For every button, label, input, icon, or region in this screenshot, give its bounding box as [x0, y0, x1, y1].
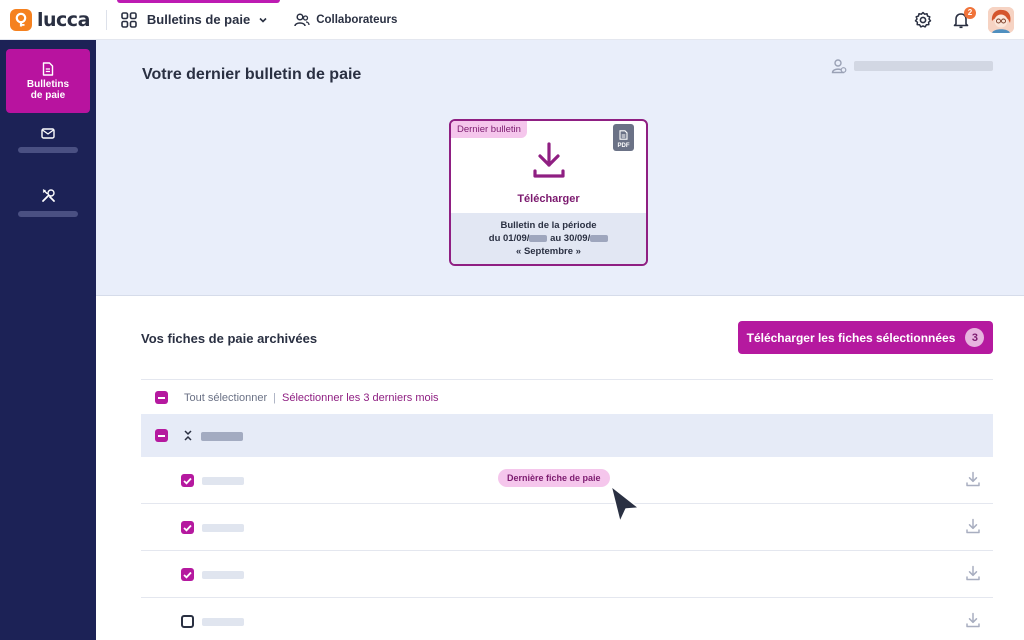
sidebar-item-label: Bulletins de paie [26, 78, 70, 101]
separator: | [273, 391, 277, 404]
mouse-cursor-icon [610, 485, 640, 523]
lucca-logo-icon [10, 8, 32, 31]
row-label-placeholder [202, 618, 244, 626]
row-checkbox[interactable] [181, 521, 194, 534]
page-title: Votre dernier bulletin de paie [142, 66, 362, 83]
download-latest-button[interactable]: Télécharger [451, 141, 646, 205]
archive-title: Vos fiches de paie archivées [141, 331, 318, 346]
row-checkbox[interactable] [181, 474, 194, 487]
download-label: Télécharger [517, 193, 580, 205]
table-row[interactable] [141, 551, 993, 598]
group-year-placeholder [201, 432, 243, 441]
download-icon[interactable] [965, 612, 981, 628]
sidebar: Bulletins de paie [0, 40, 96, 640]
sidebar-item-label-placeholder [18, 147, 78, 153]
download-icon[interactable] [965, 518, 981, 534]
avatar[interactable] [988, 7, 1014, 33]
topbar-actions: 2 [898, 0, 1014, 40]
period-end: au 30/09/ [547, 233, 591, 244]
period-title: Bulletin de la période [500, 220, 597, 231]
document-icon [42, 61, 54, 76]
notification-count-badge: 2 [964, 7, 976, 19]
select-last-3-months-link[interactable]: Sélectionner les 3 derniers mois [282, 392, 439, 404]
chevron-down-icon [259, 17, 267, 23]
gear-icon [914, 11, 932, 28]
top-bar: lucca Bulletins de paie Collaborateurs 2 [0, 0, 1024, 40]
check-icon [183, 477, 192, 485]
table-row[interactable] [141, 598, 993, 640]
year-placeholder [590, 234, 609, 242]
users-icon [294, 12, 310, 26]
grid-icon [121, 11, 137, 28]
row-label-placeholder [202, 571, 244, 579]
indeterminate-mark [158, 434, 165, 437]
settings-button[interactable] [910, 7, 936, 33]
period-dates: du 01/09/ au 30/09/ [488, 232, 609, 245]
topbar-divider [105, 9, 107, 30]
select-all-link[interactable]: Tout sélectionner [184, 392, 267, 404]
brand-name: lucca [37, 8, 90, 31]
indeterminate-mark [158, 396, 165, 399]
row-checkbox[interactable] [181, 568, 194, 581]
row-label-placeholder [202, 524, 244, 532]
active-app-indicator [116, 0, 281, 3]
row-label-placeholder [202, 477, 244, 485]
sidebar-item-payslips[interactable]: Bulletins de paie [6, 49, 90, 113]
download-icon[interactable] [965, 565, 981, 581]
group-checkbox[interactable] [155, 429, 168, 442]
download-selected-button[interactable]: Télécharger les fiches sélectionnées 3 [738, 321, 993, 354]
payslip-period-info: Bulletin de la période du 01/09/ au 30/0… [451, 213, 646, 264]
app-switcher-button[interactable]: Bulletins de paie [116, 0, 281, 40]
latest-payslip-card[interactable]: Dernier bulletin PDF Télécharger Bulleti… [449, 119, 648, 266]
lucca-logo[interactable]: lucca [10, 0, 90, 40]
table-row[interactable] [141, 504, 993, 551]
sidebar-item-tools[interactable] [6, 188, 90, 217]
period-month: « Septembre » [516, 246, 581, 257]
collaborators-label: Collaborateurs [316, 13, 398, 26]
download-icon[interactable] [965, 471, 981, 487]
notifications-button[interactable]: 2 [948, 7, 976, 33]
download-icon [532, 142, 565, 178]
selection-toolbar: Tout sélectionner | Sélectionner les 3 d… [155, 391, 439, 404]
download-selected-label: Télécharger les fiches sélectionnées [746, 330, 956, 345]
select-all-checkbox[interactable] [155, 391, 168, 404]
sidebar-item-messages[interactable] [6, 128, 90, 153]
collaborators-link[interactable]: Collaborateurs [294, 12, 398, 27]
mail-icon [41, 128, 55, 139]
year-group-header[interactable] [141, 414, 993, 457]
selected-count-badge: 3 [965, 328, 985, 347]
period-start: du 01/09/ [488, 233, 530, 244]
row-checkbox[interactable] [181, 615, 194, 628]
app-switcher-label: Bulletins de paie [146, 12, 251, 27]
latest-payslip-badge: Dernière fiche de paie [498, 469, 610, 487]
divider [141, 379, 993, 380]
table-row[interactable]: Dernière fiche de paie [141, 457, 993, 504]
employee-selector[interactable] [831, 58, 993, 74]
latest-payslip-tag: Dernier bulletin [451, 121, 527, 138]
collapse-icon[interactable] [183, 429, 193, 442]
check-icon [183, 571, 192, 579]
pdf-document-glyph [619, 130, 628, 140]
user-avatar-icon [988, 7, 1014, 33]
sidebar-item-label-placeholder [18, 211, 78, 217]
user-icon [831, 59, 847, 74]
tools-icon [41, 189, 55, 202]
employee-name-placeholder [854, 61, 993, 71]
year-placeholder [529, 234, 548, 242]
check-icon [183, 524, 192, 532]
latest-payslip-section: Votre dernier bulletin de paie Dernier b… [96, 40, 1024, 296]
